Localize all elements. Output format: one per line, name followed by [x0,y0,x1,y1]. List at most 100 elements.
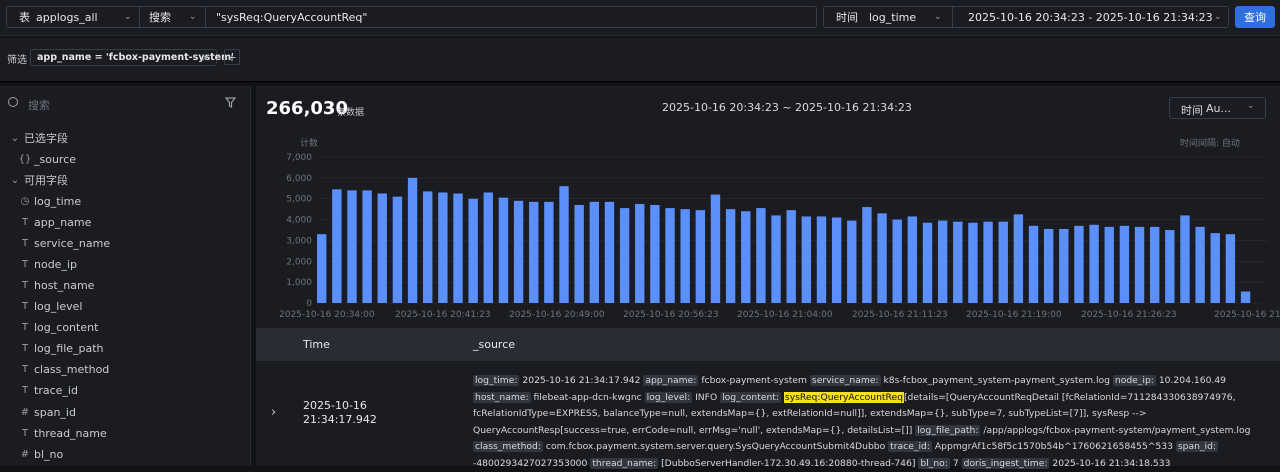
add-filter-button[interactable]: + [224,49,240,65]
histogram-bar[interactable] [725,209,736,303]
field-item-bl_no[interactable]: # bl_no [18,445,63,463]
histogram-bar[interactable] [650,204,660,303]
histogram-bar[interactable] [1240,291,1251,303]
interval-select[interactable]: 时间 Au... ⌄ [1169,97,1266,119]
histogram-bar[interactable] [877,213,887,303]
histogram-bar[interactable] [862,207,872,303]
histogram-bar[interactable] [574,204,584,303]
field-item-span_id[interactable]: # span_id [18,403,76,421]
field-item-host_name[interactable]: Thost_name [18,276,95,294]
histogram-bar[interactable] [604,201,615,303]
field-item-service_name[interactable]: Tservice_name [18,234,110,252]
histogram-bar[interactable] [1074,225,1084,303]
histogram-bar[interactable] [983,221,993,303]
source-key: bl_no: [918,457,950,469]
histogram-bar[interactable] [332,189,342,303]
search-input[interactable]: "sysReq:QueryAccountReq" [216,11,367,24]
histogram-bar[interactable] [1149,226,1160,303]
field-item-log_content[interactable]: Tlog_content [18,319,98,337]
histogram-bar[interactable] [407,177,418,303]
histogram-bar[interactable] [1180,215,1190,303]
field-item-log_time[interactable]: ◷ log_time [18,192,82,210]
expand-row-icon[interactable]: › [271,405,276,420]
histogram-bar[interactable] [998,221,1008,303]
column-header-time[interactable]: Time [303,338,330,351]
histogram-bar[interactable] [756,208,766,303]
histogram-bar[interactable] [665,208,675,303]
field-item-log_level[interactable]: Tlog_level [18,298,83,316]
histogram-bar[interactable] [953,221,963,303]
histogram-bar[interactable] [1119,225,1130,303]
histogram-bar[interactable] [1059,228,1069,303]
histogram-bar[interactable] [922,222,933,303]
histogram-bar[interactable] [741,211,751,303]
histogram-bar[interactable] [847,220,857,303]
histogram-bar[interactable] [1134,226,1145,303]
histogram-bar[interactable] [1043,228,1054,303]
histogram-bar[interactable] [801,216,812,303]
histogram-bar[interactable] [559,186,569,303]
source-key: host_name: [473,391,531,403]
histogram-bar[interactable] [1165,230,1175,303]
close-icon[interactable]: × [201,51,210,64]
histogram-bar[interactable] [1104,226,1114,303]
histogram-bar[interactable] [1013,214,1024,303]
histogram-bar[interactable] [377,193,387,304]
field-item-log_file_path[interactable]: Tlog_file_path [18,340,104,358]
histogram-bar[interactable] [544,201,554,303]
histogram-bar[interactable] [831,217,842,303]
time-range-picker[interactable]: 2025-10-16 20:34:23 - 2025-10-16 21:34:2… [968,11,1213,24]
histogram-bar[interactable] [513,200,524,303]
field-item-trace_id[interactable]: Ttrace_id [18,382,78,400]
time-field-select[interactable]: log_time [869,11,916,24]
histogram-bar[interactable] [680,209,690,303]
chevron-down-icon[interactable]: ⌄ [189,12,197,22]
filter-chip[interactable]: app_name = 'fcbox-payment-system' × [30,49,234,66]
histogram-bar[interactable] [816,216,827,303]
field-item-class_method[interactable]: Tclass_method [18,361,109,379]
search-mode-select[interactable]: 搜索 [149,9,171,25]
histogram-bar[interactable] [589,201,600,303]
histogram-bar[interactable] [619,208,630,303]
chevron-down-icon[interactable]: ⌄ [934,12,942,22]
histogram-bar[interactable] [892,219,902,303]
histogram-bar[interactable] [771,215,781,303]
histogram-bar[interactable] [483,192,493,303]
histogram-bar[interactable] [1210,233,1220,303]
histogram-bar[interactable] [968,222,978,303]
histogram-bar[interactable] [468,198,478,303]
available-fields-header[interactable]: ⌄ 可用字段 [8,171,68,189]
histogram-bar[interactable] [362,190,372,303]
field-item-thread_name[interactable]: Tthread_name [18,424,107,442]
histogram-bar[interactable] [1225,234,1236,303]
histogram-bar[interactable] [695,210,706,303]
histogram-bar[interactable] [529,201,539,303]
chevron-down-icon[interactable]: ⌄ [1214,12,1222,22]
histogram-bar[interactable] [710,194,721,303]
selected-field-source[interactable]: {} _source [18,150,76,168]
histogram-bar[interactable] [1089,224,1099,303]
number-type-icon: # [20,448,30,460]
column-header-source[interactable]: _source [473,338,515,351]
histogram-bar[interactable] [1195,226,1205,303]
histogram-bar[interactable] [498,197,509,303]
histogram-bar[interactable] [453,193,463,304]
histogram-bar[interactable] [937,220,948,303]
field-item-node_ip[interactable]: Tnode_ip [18,255,77,273]
histogram-bar[interactable] [438,192,448,303]
histogram-bar[interactable] [786,210,796,303]
field-item-app_name[interactable]: Tapp_name [18,213,91,231]
chevron-down-icon[interactable]: ⌄ [124,12,132,22]
histogram-bar[interactable] [907,216,918,303]
filter-icon[interactable] [225,97,236,108]
histogram-bar[interactable] [635,203,645,303]
histogram-bar[interactable] [423,191,433,303]
selected-fields-header[interactable]: ⌄ 已选字段 [8,129,68,147]
histogram-bar[interactable] [392,196,403,303]
field-search-input[interactable]: 搜索 [28,97,50,113]
query-button[interactable]: 查询 [1235,6,1275,28]
table-select[interactable]: applogs_all [36,11,98,24]
histogram-bar[interactable] [317,234,327,303]
histogram-bar[interactable] [1028,225,1039,303]
histogram-bar[interactable] [347,190,357,303]
